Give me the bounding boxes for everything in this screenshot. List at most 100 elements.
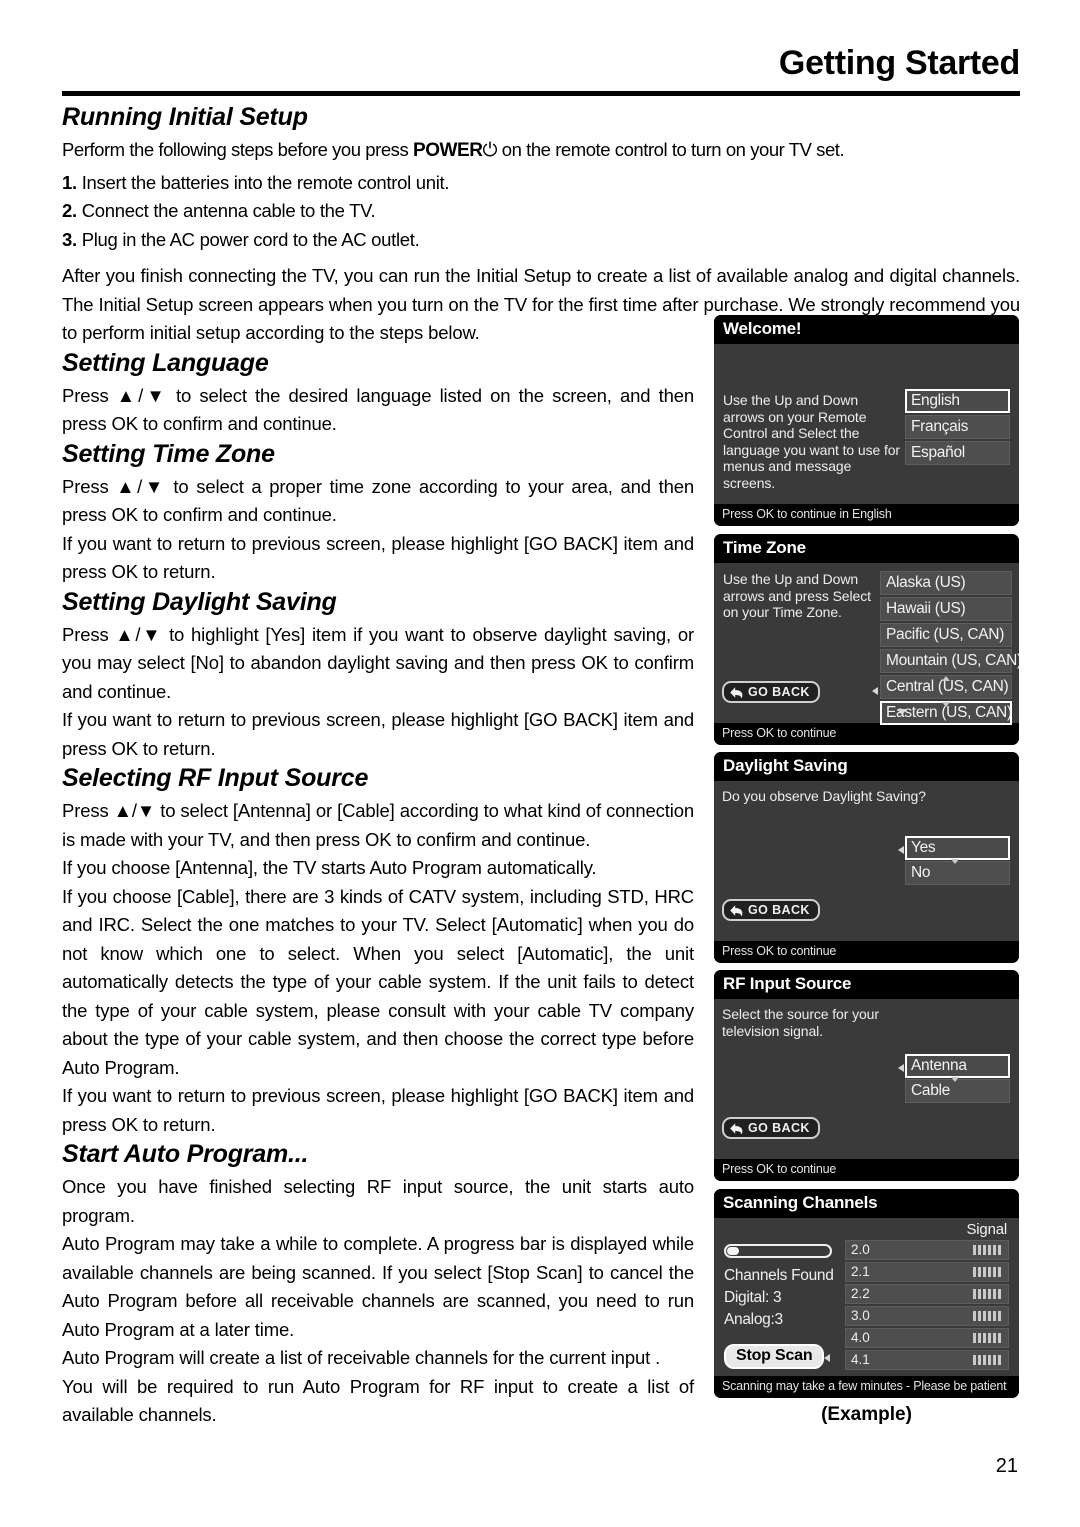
setup-steps-list: 1. Insert the batteries into the remote … (62, 169, 1020, 255)
rf-option-cable[interactable]: Cable (905, 1079, 1010, 1103)
intro-text-before: Perform the following steps before you p… (62, 139, 413, 160)
welcome-screen-title: Welcome! (714, 315, 1019, 344)
timezone-option-pacific[interactable]: Pacific (US, CAN) (880, 623, 1012, 647)
channel-row[interactable]: 4.0 (845, 1328, 1009, 1348)
daylight-option-no[interactable]: No (905, 861, 1010, 885)
rf-screen-footer: Press OK to continue (714, 1159, 1019, 1181)
page-number: 21 (995, 1455, 1018, 1477)
timezone-option-hawaii[interactable]: Hawaii (US) (880, 597, 1012, 621)
tv-screen-scanning-channels: Scanning Channels Signal Channels Found … (714, 1189, 1019, 1398)
heading-setting-time-zone: Setting Time Zone (62, 439, 275, 468)
selection-caret-icon (824, 1354, 830, 1362)
scroll-down-small-caret-icon (951, 859, 959, 864)
intro-text-after: on the remote control to turn on your TV… (497, 139, 845, 160)
go-back-button[interactable]: GO BACK (722, 899, 820, 921)
signal-strength-bars (973, 1289, 1001, 1299)
page-header: Getting Started (62, 44, 1020, 96)
setting-daylight-saving-paragraph-1: Press ▲/▼ to highlight [Yes] item if you… (62, 623, 694, 702)
page-title: Getting Started (778, 44, 1020, 82)
channel-row[interactable]: 2.1 (845, 1262, 1009, 1282)
stop-scan-button[interactable]: Stop Scan (724, 1344, 825, 1369)
channel-list: 2.0 2.1 2.2 3.0 4.0 4.1 (845, 1240, 1009, 1372)
digital-count-label: Digital: 3 (724, 1289, 782, 1306)
language-option-english[interactable]: English (905, 389, 1010, 413)
go-back-button[interactable]: GO BACK (722, 1117, 820, 1139)
daylight-option-yes[interactable]: Yes (905, 836, 1010, 860)
go-back-label: GO BACK (748, 1121, 810, 1135)
channel-name: 4.0 (851, 1330, 870, 1345)
auto-program-paragraph-1: Once you have finished selecting RF inpu… (62, 1176, 694, 1226)
rf-input-paragraph-1: Press ▲/▼ to select [Antenna] or [Cable]… (62, 800, 694, 850)
welcome-description: Use the Up and Down arrows on your Remot… (723, 392, 900, 491)
setting-time-zone-paragraph-2: If you want to return to previous screen… (62, 532, 694, 583)
setting-time-zone-paragraph-1: Press ▲/▼ to select a proper time zone a… (62, 475, 694, 526)
daylight-description: Do you observe Daylight Saving? (722, 788, 926, 804)
selection-caret-icon (872, 687, 878, 695)
tv-screen-daylight-saving: Daylight Saving Do you observe Daylight … (714, 752, 1019, 963)
scroll-down-small-caret-icon (942, 702, 950, 707)
signal-strength-bars (973, 1311, 1001, 1321)
timezone-option-alaska[interactable]: Alaska (US) (880, 571, 1012, 595)
daylight-screen-footer: Press OK to continue (714, 941, 1019, 963)
scanning-screen-body: Signal Channels Found Digital: 3 Analog:… (714, 1218, 1019, 1376)
channels-found-label: Channels Found (724, 1267, 834, 1284)
timezone-description: Use the Up and Down arrows and press Sel… (723, 571, 871, 620)
back-arrow-icon (730, 904, 743, 916)
header-divider (62, 91, 1020, 96)
selection-caret-icon (898, 846, 904, 854)
back-arrow-icon (730, 1122, 743, 1134)
rf-input-paragraph-4: If you want to return to previous screen… (62, 1085, 694, 1135)
signal-strength-bars (973, 1267, 1001, 1277)
step-text: Connect the antenna cable to the TV. (81, 200, 376, 221)
scanning-screen-footer: Scanning may take a few minutes - Please… (714, 1376, 1019, 1398)
auto-program-paragraph-3: Auto Program will create a list of recei… (62, 1347, 661, 1368)
step-number: 2. (62, 200, 77, 221)
scanning-screen-title: Scanning Channels (714, 1189, 1019, 1218)
heading-setting-language: Setting Language (62, 348, 269, 377)
rf-screen-body: Select the source for your television si… (714, 999, 1019, 1159)
language-option-list: English Français Español (905, 389, 1010, 465)
channel-row[interactable]: 2.2 (845, 1284, 1009, 1304)
scan-progress-fill (727, 1247, 740, 1255)
signal-strength-bars (973, 1355, 1001, 1365)
analog-count-label: Analog:3 (724, 1311, 783, 1328)
setting-language-paragraph: Press ▲/▼ to select the desired language… (62, 384, 694, 435)
welcome-screen-footer: Press OK to continue in English (714, 504, 1019, 526)
scroll-up-caret-icon (942, 676, 950, 681)
signal-strength-bars (973, 1333, 1001, 1343)
channel-row[interactable]: 3.0 (845, 1306, 1009, 1326)
step-text: Plug in the AC power cord to the AC outl… (81, 228, 420, 250)
step-number: 1. (62, 171, 77, 193)
language-option-espanol[interactable]: Español (905, 441, 1010, 465)
timezone-screen-footer: Press OK to continue (714, 723, 1019, 745)
welcome-screen-body: Use the Up and Down arrows on your Remot… (714, 344, 1019, 504)
channel-name: 2.0 (851, 1242, 870, 1257)
go-back-label: GO BACK (748, 903, 810, 917)
timezone-screen-body: Use the Up and Down arrows and press Sel… (714, 563, 1019, 725)
language-option-francais[interactable]: Français (905, 415, 1010, 439)
channel-row[interactable]: 2.0 (845, 1240, 1009, 1260)
selection-caret-icon (898, 1064, 904, 1072)
scroll-down-small-caret-icon (951, 1077, 959, 1082)
tv-screen-welcome: Welcome! Use the Up and Down arrows on y… (714, 315, 1019, 526)
auto-program-paragraph-4: You will be required to run Auto Program… (62, 1375, 694, 1426)
heading-start-auto-program: Start Auto Program... (62, 1140, 309, 1168)
rf-screen-title: RF Input Source (714, 970, 1019, 999)
timezone-option-mountain[interactable]: Mountain (US, CAN) (880, 649, 1019, 673)
rf-input-paragraph-3: If you choose [Cable], there are 3 kinds… (62, 885, 694, 1078)
setup-step: 3. Plug in the AC power cord to the AC o… (62, 226, 1020, 255)
setup-step: 2. Connect the antenna cable to the TV. (62, 197, 1020, 226)
intro-paragraph: Perform the following steps before you p… (62, 136, 1020, 166)
channel-name: 2.2 (851, 1286, 870, 1301)
go-back-label: GO BACK (748, 685, 810, 699)
channel-name: 2.1 (851, 1264, 870, 1279)
power-label: POWER (412, 140, 483, 161)
manual-page: Getting Started Running Initial Setup Pe… (0, 0, 1080, 1527)
channel-row[interactable]: 4.1 (845, 1350, 1009, 1370)
rf-input-paragraph-2: If you choose [Antenna], the TV starts A… (62, 857, 597, 878)
go-back-button[interactable]: GO BACK (722, 681, 820, 703)
heading-selecting-rf-input-source: Selecting RF Input Source (62, 764, 369, 792)
heading-running-initial-setup: Running Initial Setup (62, 103, 308, 131)
rf-option-antenna[interactable]: Antenna (905, 1054, 1010, 1078)
timezone-screen-title: Time Zone (714, 534, 1019, 563)
